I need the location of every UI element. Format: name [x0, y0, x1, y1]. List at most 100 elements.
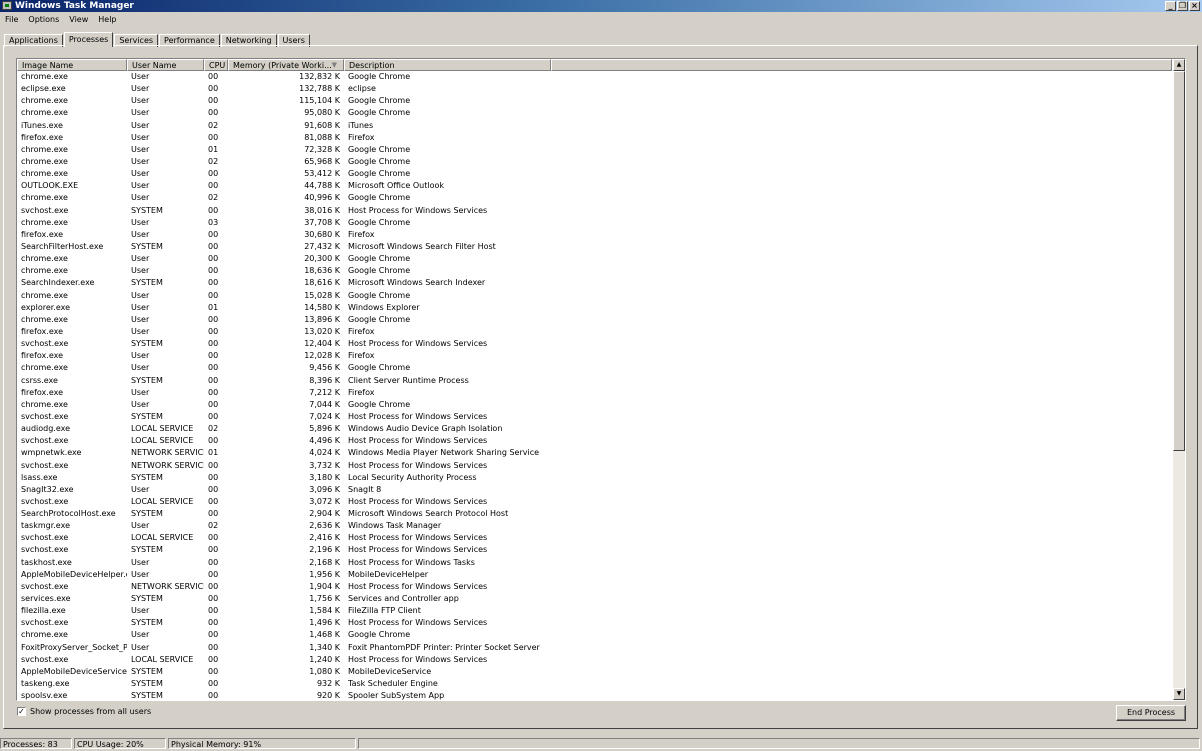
user-name-cell: SYSTEM [131, 509, 163, 519]
table-row[interactable]: services.exe SYSTEM 00 1,756 K Services and … [17, 593, 1172, 605]
column-memory[interactable]: Memory (Private Worki... ▼ [228, 59, 344, 71]
table-row[interactable]: audiodg.exe LOCAL SERVICE 02 5,896 K Windows… [17, 423, 1172, 435]
memory-cell: 115,104 K [299, 96, 340, 106]
table-row[interactable]: svchost.exe SYSTEM 00 12,404 K Host Process … [17, 338, 1172, 350]
table-row[interactable]: chrome.exe User 00 115,104 K Google Chrome [17, 95, 1172, 107]
table-row[interactable]: chrome.exe User 00 15,028 K Google Chrome [17, 290, 1172, 302]
table-row[interactable]: SnagIt32.exe User 00 3,096 K SnagIt 8 [17, 484, 1172, 496]
table-row[interactable]: FoxitProxyServer_Socket_P... User 00 1,340 … [17, 642, 1172, 654]
table-row[interactable]: firefox.exe User 00 13,020 K Firefox [17, 326, 1172, 338]
table-row[interactable]: chrome.exe User 02 65,968 K Google Chrome [17, 156, 1172, 168]
table-row[interactable]: SearchProtocolHost.exe SYSTEM 00 2,904 K Mic… [17, 508, 1172, 520]
image-name-cell: chrome.exe [21, 630, 68, 640]
restore-button[interactable]: ❐ [1177, 1, 1188, 11]
table-row[interactable]: taskmgr.exe User 02 2,636 K Windows Task Man… [17, 520, 1172, 532]
table-row[interactable]: eclipse.exe User 00 132,788 K eclipse [17, 83, 1172, 95]
table-row[interactable]: firefox.exe User 00 81,088 K Firefox [17, 132, 1172, 144]
table-row[interactable]: taskeng.exe SYSTEM 00 932 K Task Scheduler E… [17, 678, 1172, 690]
image-name-cell: svchost.exe [21, 618, 69, 628]
description-cell: eclipse [348, 84, 376, 94]
table-row[interactable]: spoolsv.exe SYSTEM 00 920 K Spooler SubSyste… [17, 690, 1172, 700]
table-row[interactable]: chrome.exe User 00 13,896 K Google Chrome [17, 314, 1172, 326]
close-button[interactable]: × [1189, 1, 1200, 11]
task-manager-app-icon [2, 1, 12, 10]
user-name-cell: User [131, 484, 150, 494]
description-cell: Host Process for Windows Services [348, 533, 488, 543]
table-row[interactable]: svchost.exe SYSTEM 00 2,196 K Host Process f… [17, 544, 1172, 556]
table-row[interactable]: chrome.exe User 00 95,080 K Google Chrome [17, 107, 1172, 119]
table-row[interactable]: svchost.exe LOCAL SERVICE 00 3,072 K Host Pr… [17, 496, 1172, 508]
user-name-cell: User [131, 363, 150, 373]
image-name-cell: svchost.exe [21, 533, 69, 543]
description-cell: Host Process for Windows Services [348, 545, 488, 555]
table-row[interactable]: chrome.exe User 00 18,636 K Google Chrome [17, 265, 1172, 277]
cpu-cell: 00 [208, 484, 219, 494]
table-row[interactable]: chrome.exe User 02 40,996 K Google Chrome [17, 192, 1172, 204]
table-row[interactable]: AppleMobileDeviceHelper.exe User 00 1,956 K… [17, 569, 1172, 581]
table-row[interactable]: svchost.exe SYSTEM 00 1,496 K Host Process f… [17, 617, 1172, 629]
table-row[interactable]: firefox.exe User 00 30,680 K Firefox [17, 229, 1172, 241]
table-row[interactable]: OUTLOOK.EXE User 00 44,788 K Microsoft Offic… [17, 180, 1172, 192]
cpu-cell: 00 [208, 545, 219, 555]
show-all-users-option[interactable]: ✓ Show processes from all users [17, 706, 151, 716]
menu-file[interactable]: File [0, 13, 23, 26]
table-row[interactable]: explorer.exe User 01 14,580 K Windows Explor… [17, 302, 1172, 314]
table-row[interactable]: lsass.exe SYSTEM 00 3,180 K Local Security A… [17, 472, 1172, 484]
menu-options[interactable]: Options [23, 13, 64, 26]
table-row[interactable]: taskhost.exe User 00 2,168 K Host Process fo… [17, 557, 1172, 569]
table-row[interactable]: wmpnetwk.exe NETWORK SERVICE 01 4,024 K Wind… [17, 447, 1172, 459]
table-row[interactable]: chrome.exe User 00 132,832 K Google Chrome [17, 71, 1172, 83]
minimize-button[interactable]: _ [1165, 1, 1176, 11]
memory-cell: 2,636 K [309, 521, 340, 531]
table-row[interactable]: chrome.exe User 03 37,708 K Google Chrome [17, 217, 1172, 229]
table-row[interactable]: svchost.exe SYSTEM 00 7,024 K Host Process f… [17, 411, 1172, 423]
scroll-thumb[interactable] [1173, 71, 1185, 451]
memory-cell: 3,096 K [309, 484, 340, 494]
table-row[interactable]: svchost.exe SYSTEM 00 38,016 K Host Process … [17, 205, 1172, 217]
scroll-down-button[interactable]: ▼ [1173, 688, 1185, 700]
table-row[interactable]: svchost.exe LOCAL SERVICE 00 4,496 K Host Pr… [17, 435, 1172, 447]
vertical-scrollbar[interactable]: ▲ ▼ [1173, 59, 1185, 700]
table-row[interactable]: chrome.exe User 00 9,456 K Google Chrome [17, 362, 1172, 374]
table-row[interactable]: filezilla.exe User 00 1,584 K FileZilla FTP … [17, 605, 1172, 617]
process-list[interactable]: Image Name User Name CPU Memory (Private… [16, 58, 1186, 701]
table-row[interactable]: svchost.exe LOCAL SERVICE 00 2,416 K Host Pr… [17, 532, 1172, 544]
table-row[interactable]: AppleMobileDeviceService.exe SYSTEM 00 1,08… [17, 666, 1172, 678]
table-row[interactable]: svchost.exe LOCAL SERVICE 00 1,240 K Host Pr… [17, 654, 1172, 666]
column-memory-label: Memory (Private Worki... [233, 61, 332, 70]
table-row[interactable]: SearchFilterHost.exe SYSTEM 00 27,432 K Micr… [17, 241, 1172, 253]
user-name-cell: NETWORK SERVICE [131, 448, 204, 458]
table-row[interactable]: firefox.exe User 00 12,028 K Firefox [17, 350, 1172, 362]
column-user-name[interactable]: User Name [127, 59, 204, 71]
table-row[interactable]: iTunes.exe User 02 91,608 K iTunes [17, 120, 1172, 132]
menu-help[interactable]: Help [93, 13, 121, 26]
memory-cell: 1,240 K [309, 654, 340, 664]
table-row[interactable]: svchost.exe NETWORK SERVICE 00 3,732 K Host … [17, 460, 1172, 472]
description-cell: Host Process for Windows Services [348, 205, 488, 215]
end-process-button[interactable]: End Process [1116, 705, 1186, 721]
tab-processes[interactable]: Processes [63, 32, 114, 47]
image-name-cell: chrome.exe [21, 254, 68, 264]
cpu-cell: 00 [208, 642, 219, 652]
table-row[interactable]: chrome.exe User 00 1,468 K Google Chrome [17, 629, 1172, 641]
table-row[interactable]: SearchIndexer.exe SYSTEM 00 18,616 K Microso… [17, 277, 1172, 289]
table-row[interactable]: svchost.exe NETWORK SERVICE 00 1,904 K Host … [17, 581, 1172, 593]
menu-view[interactable]: View [64, 13, 93, 26]
column-description[interactable]: Description [344, 59, 551, 71]
cpu-cell: 00 [208, 181, 219, 191]
scroll-up-button[interactable]: ▲ [1173, 59, 1185, 71]
cpu-cell: 00 [208, 557, 219, 567]
table-row[interactable]: chrome.exe User 00 20,300 K Google Chrome [17, 253, 1172, 265]
show-all-users-checkbox[interactable]: ✓ [17, 706, 26, 716]
memory-cell: 1,468 K [309, 630, 340, 640]
column-cpu[interactable]: CPU [204, 59, 228, 71]
table-row[interactable]: chrome.exe User 00 53,412 K Google Chrome [17, 168, 1172, 180]
table-row[interactable]: csrss.exe SYSTEM 00 8,396 K Client Server Ru… [17, 375, 1172, 387]
table-row[interactable]: chrome.exe User 00 7,044 K Google Chrome [17, 399, 1172, 411]
column-image-name[interactable]: Image Name [17, 59, 127, 71]
image-name-cell: chrome.exe [21, 169, 68, 179]
table-row[interactable]: chrome.exe User 01 72,328 K Google Chrome [17, 144, 1172, 156]
title-bar[interactable]: Windows Task Manager _ ❐ × [0, 0, 1202, 12]
cpu-cell: 00 [208, 399, 219, 409]
table-row[interactable]: firefox.exe User 00 7,212 K Firefox [17, 387, 1172, 399]
